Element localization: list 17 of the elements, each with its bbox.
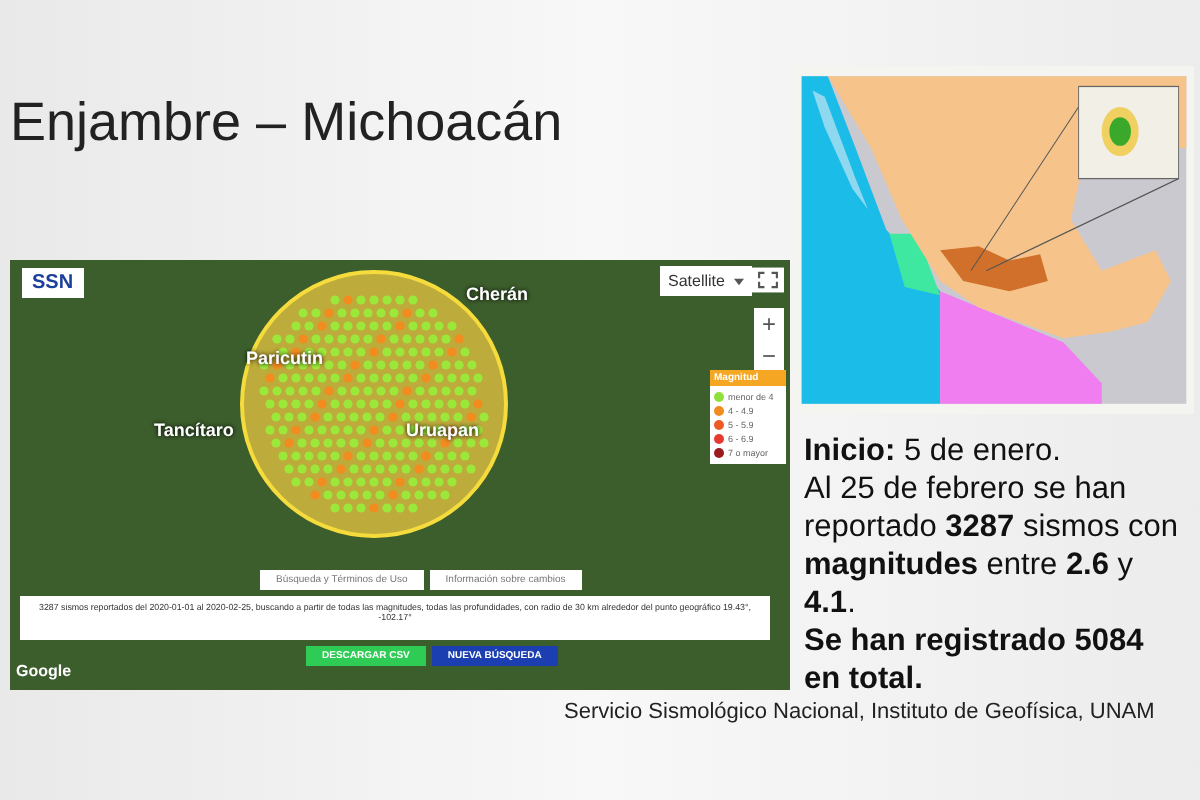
summary-paragraph: Se han registrado 5084 en total. (804, 622, 1146, 698)
zoom-out-button[interactable]: − (754, 340, 784, 372)
fullscreen-icon[interactable] (752, 266, 784, 294)
place-label: Tancítaro (154, 420, 234, 440)
slide-title: Enjambre – Michoacán (10, 92, 563, 154)
caret-icon (733, 278, 744, 286)
satellite-map[interactable] (10, 260, 790, 690)
google-attribution: Google (16, 662, 72, 680)
zoom-in-button[interactable]: + (754, 308, 784, 340)
ssn-logo: SSN (22, 268, 84, 298)
summary-paragraph: Al 25 de febrero se han reportado 3287 sismos con magnitudes entre 2.6 y 4.1. (804, 470, 1180, 622)
map-type-dropdown[interactable]: Satellite (660, 266, 752, 296)
place-label: Paricutin (246, 348, 324, 368)
credit-line: Servicio Sismológico Nacional, Instituto de Geofísica, UNAM (564, 700, 1155, 724)
summary-paragraph: Inicio: 5 de enero. (804, 432, 1063, 470)
place-label: Uruapan (406, 420, 480, 440)
place-label: Cherán (466, 284, 529, 304)
